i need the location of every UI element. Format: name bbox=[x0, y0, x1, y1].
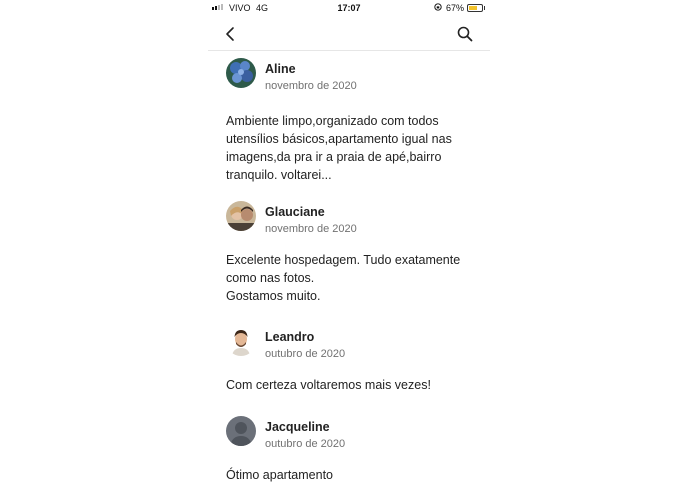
review-text-line: como nas fotos. bbox=[226, 271, 315, 285]
review-date: novembro de 2020 bbox=[265, 223, 357, 235]
review-date: outubro de 2020 bbox=[265, 438, 346, 450]
avatar[interactable] bbox=[226, 416, 256, 446]
battery-percentage: 67% bbox=[446, 3, 465, 13]
review-text: Ambiente limpo,organizado com todos uten… bbox=[226, 112, 476, 184]
chevron-left-icon[interactable] bbox=[222, 25, 240, 43]
avatar-photo-icon bbox=[226, 58, 256, 88]
nav-bar bbox=[208, 18, 490, 51]
review-text: Ótimo apartamento bbox=[226, 466, 476, 484]
review-text-line: utensílios básicos,apartamento igual nas bbox=[226, 132, 452, 146]
review-text: Excelente hospedagem. Tudo exatamente co… bbox=[226, 251, 476, 305]
review-text-line: tranquilo. voltarei... bbox=[226, 168, 332, 182]
review-text-line: Excelente hospedagem. Tudo exatamente bbox=[226, 253, 461, 267]
review-text: Com certeza voltaremos mais vezes! bbox=[226, 376, 476, 394]
review-text-line: Ambiente limpo,organizado com todos bbox=[226, 114, 439, 128]
app-screen: VIVO 4G 17:07 67% Aline novembro de 2020… bbox=[208, 0, 490, 500]
reviewer-name: Leandro bbox=[265, 330, 315, 344]
battery-icon bbox=[467, 4, 485, 12]
reviewer-name: Aline bbox=[265, 62, 296, 76]
review-text-line: imagens,da pra ir a praia de apé,bairro bbox=[226, 150, 442, 164]
review-text-line: Gostamos muito. bbox=[226, 289, 321, 303]
avatar[interactable] bbox=[226, 326, 256, 356]
status-bar: VIVO 4G 17:07 67% bbox=[208, 0, 490, 16]
review-text-line: Ótimo apartamento bbox=[226, 468, 333, 482]
search-icon[interactable] bbox=[456, 25, 474, 43]
default-user-icon bbox=[226, 416, 256, 446]
reviewer-name: Jacqueline bbox=[265, 420, 330, 434]
review-date: novembro de 2020 bbox=[265, 80, 357, 92]
avatar[interactable] bbox=[226, 58, 256, 88]
reviewer-name: Glauciane bbox=[265, 205, 325, 219]
review-text-line: Com certeza voltaremos mais vezes! bbox=[226, 378, 431, 392]
avatar[interactable] bbox=[226, 201, 256, 231]
rotation-lock-icon bbox=[434, 3, 442, 11]
avatar-photo-icon bbox=[226, 326, 256, 356]
avatar-photo-icon bbox=[226, 201, 256, 231]
review-date: outubro de 2020 bbox=[265, 348, 346, 360]
